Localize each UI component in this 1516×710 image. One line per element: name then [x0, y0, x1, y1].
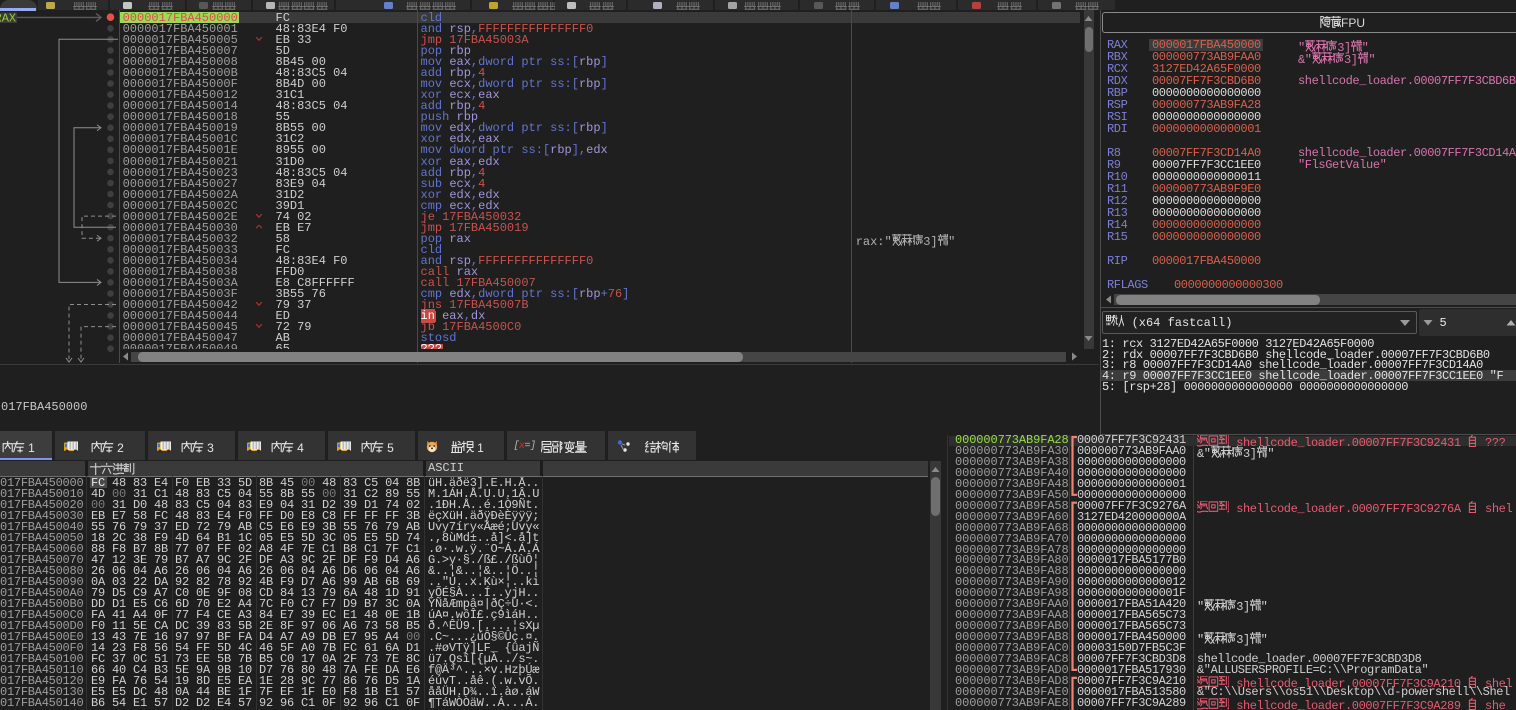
- svg-text:RAX: RAX: [0, 12, 16, 26]
